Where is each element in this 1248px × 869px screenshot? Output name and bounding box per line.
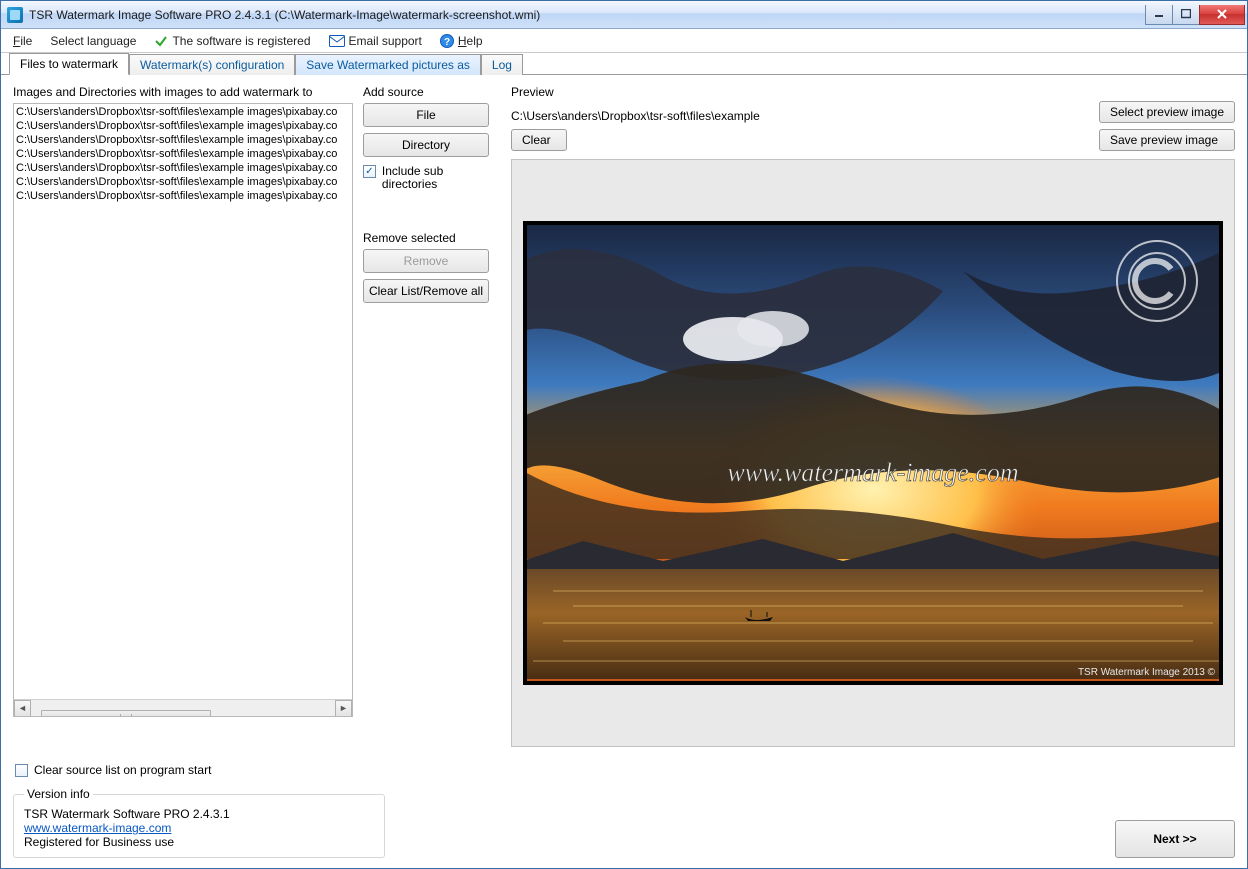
list-item[interactable]: C:\Users\anders\Dropbox\tsr-soft\files\e… bbox=[16, 119, 350, 133]
clear-on-start-checkbox[interactable] bbox=[15, 764, 28, 777]
tab-log[interactable]: Log bbox=[481, 54, 523, 75]
bottom-row: Version info TSR Watermark Software PRO … bbox=[1, 787, 1247, 868]
version-link[interactable]: www.watermark-image.com bbox=[24, 821, 171, 835]
preview-path: C:\Users\anders\Dropbox\tsr-soft\files\e… bbox=[511, 109, 760, 123]
tab-files[interactable]: Files to watermark bbox=[9, 53, 129, 75]
tabbar: Files to watermark Watermark(s) configur… bbox=[1, 53, 1247, 75]
scroll-right-button[interactable]: ► bbox=[335, 700, 352, 717]
minimize-button[interactable] bbox=[1145, 5, 1173, 25]
include-subdirs-checkbox[interactable]: ✓ bbox=[363, 165, 376, 178]
list-item[interactable]: C:\Users\anders\Dropbox\tsr-soft\files\e… bbox=[16, 105, 350, 119]
preview-pane: Preview C:\Users\anders\Dropbox\tsr-soft… bbox=[511, 85, 1235, 747]
maximize-button[interactable] bbox=[1172, 5, 1200, 25]
titlebar: TSR Watermark Image Software PRO 2.4.3.1… bbox=[1, 1, 1247, 29]
menu-select-language[interactable]: Select language bbox=[50, 34, 136, 48]
scroll-thumb[interactable] bbox=[41, 710, 211, 717]
help-icon: ? bbox=[440, 34, 454, 48]
clear-preview-button[interactable]: Clear bbox=[511, 129, 567, 151]
svg-text:?: ? bbox=[444, 37, 450, 48]
menu-email-support[interactable]: Email support bbox=[329, 34, 422, 48]
list-item[interactable]: C:\Users\anders\Dropbox\tsr-soft\files\e… bbox=[16, 147, 350, 161]
check-icon bbox=[154, 34, 168, 48]
watermark-text: www.watermark-image.com bbox=[727, 458, 1018, 487]
select-preview-button[interactable]: Select preview image bbox=[1099, 101, 1235, 123]
version-line3: Registered for Business use bbox=[24, 835, 374, 849]
list-item[interactable]: C:\Users\anders\Dropbox\tsr-soft\files\e… bbox=[16, 133, 350, 147]
add-directory-button[interactable]: Directory bbox=[363, 133, 489, 157]
list-hscroll[interactable]: ◄ ► bbox=[14, 699, 352, 716]
clear-on-start-label: Clear source list on program start bbox=[34, 763, 211, 777]
include-subdirs-label: Include sub directories bbox=[382, 165, 501, 191]
images-list-label: Images and Directories with images to ad… bbox=[13, 85, 353, 99]
scroll-left-button[interactable]: ◄ bbox=[14, 700, 31, 717]
window-title: TSR Watermark Image Software PRO 2.4.3.1… bbox=[29, 8, 1146, 22]
menu-file[interactable]: File bbox=[13, 34, 32, 48]
tab-config[interactable]: Watermark(s) configuration bbox=[129, 54, 295, 75]
content: Images and Directories with images to ad… bbox=[1, 75, 1247, 755]
remove-selected-label: Remove selected bbox=[363, 231, 501, 245]
close-button[interactable] bbox=[1199, 5, 1245, 25]
menubar: File Select language The software is reg… bbox=[1, 29, 1247, 53]
clear-list-button[interactable]: Clear List/Remove all bbox=[363, 279, 489, 303]
preview-image: www.watermark-image.com TSR Watermark Im… bbox=[523, 221, 1223, 685]
images-listbox[interactable]: C:\Users\anders\Dropbox\tsr-soft\files\e… bbox=[13, 103, 353, 717]
list-item[interactable]: C:\Users\anders\Dropbox\tsr-soft\files\e… bbox=[16, 175, 350, 189]
add-file-button[interactable]: File bbox=[363, 103, 489, 127]
mid-pane: Add source File Directory ✓ Include sub … bbox=[363, 85, 501, 747]
list-item[interactable]: C:\Users\anders\Dropbox\tsr-soft\files\e… bbox=[16, 189, 350, 203]
save-preview-button[interactable]: Save preview image bbox=[1099, 129, 1235, 151]
app-icon bbox=[7, 7, 23, 23]
tab-save-as[interactable]: Save Watermarked pictures as bbox=[295, 54, 481, 75]
list-item[interactable]: C:\Users\anders\Dropbox\tsr-soft\files\e… bbox=[16, 161, 350, 175]
preview-copyright: TSR Watermark Image 2013 © bbox=[1078, 667, 1216, 678]
next-button[interactable]: Next >> bbox=[1115, 820, 1235, 858]
app-window: TSR Watermark Image Software PRO 2.4.3.1… bbox=[0, 0, 1248, 869]
version-info-group: Version info TSR Watermark Software PRO … bbox=[13, 787, 385, 858]
menu-registered[interactable]: The software is registered bbox=[154, 34, 310, 48]
preview-image-area: www.watermark-image.com TSR Watermark Im… bbox=[511, 159, 1235, 747]
remove-button[interactable]: Remove bbox=[363, 249, 489, 273]
add-source-label: Add source bbox=[363, 85, 501, 99]
version-line1: TSR Watermark Software PRO 2.4.3.1 bbox=[24, 807, 374, 821]
preview-label: Preview bbox=[511, 85, 760, 99]
left-pane: Images and Directories with images to ad… bbox=[13, 85, 353, 747]
menu-help[interactable]: ? Help bbox=[440, 34, 483, 48]
mail-icon bbox=[329, 35, 345, 47]
version-info-label: Version info bbox=[24, 787, 93, 801]
